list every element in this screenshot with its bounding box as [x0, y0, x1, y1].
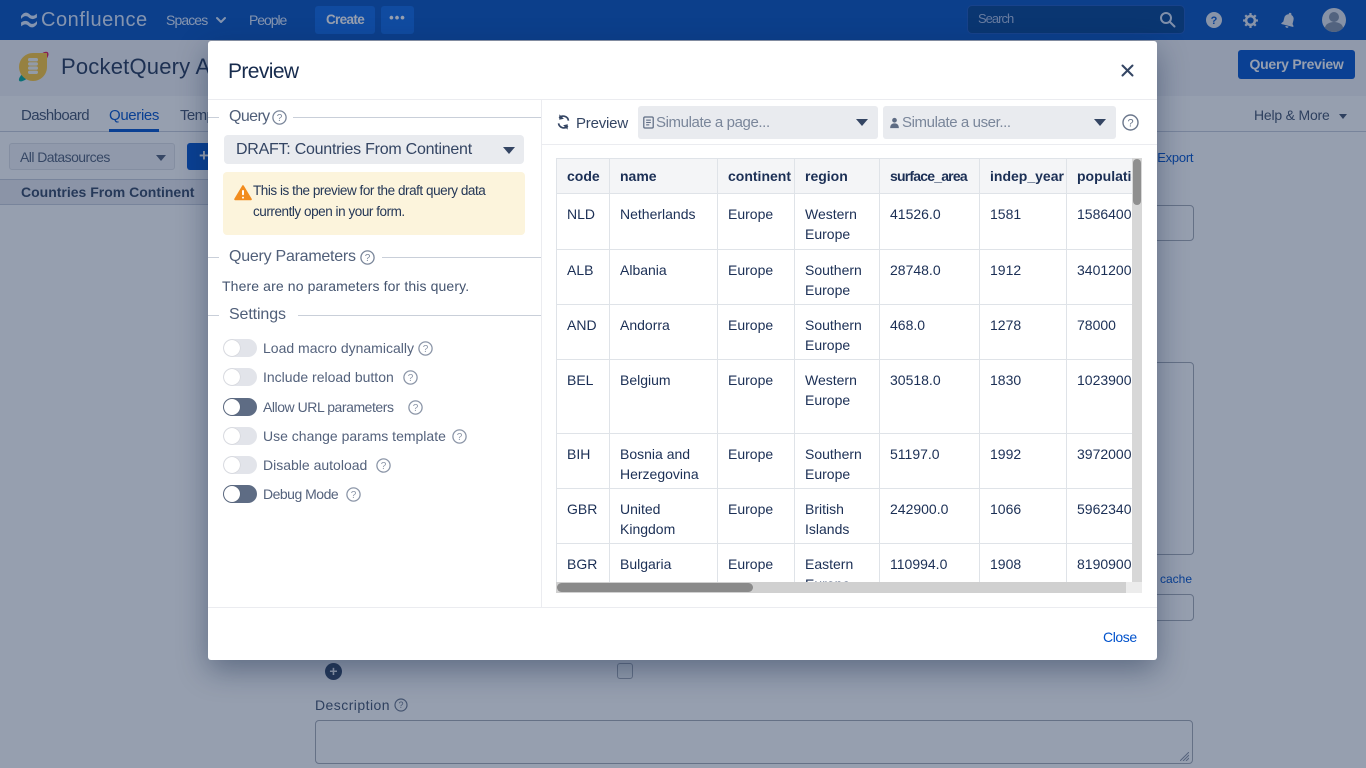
svg-text:?: ? [365, 253, 371, 264]
svg-text:?: ? [381, 461, 387, 472]
svg-text:?: ? [351, 490, 357, 501]
svg-text:?: ? [423, 344, 429, 355]
svg-text:?: ? [457, 432, 463, 443]
svg-text:?: ? [277, 113, 283, 124]
svg-text:?: ? [408, 373, 414, 384]
svg-text:?: ? [1127, 118, 1133, 130]
svg-text:?: ? [413, 403, 419, 414]
